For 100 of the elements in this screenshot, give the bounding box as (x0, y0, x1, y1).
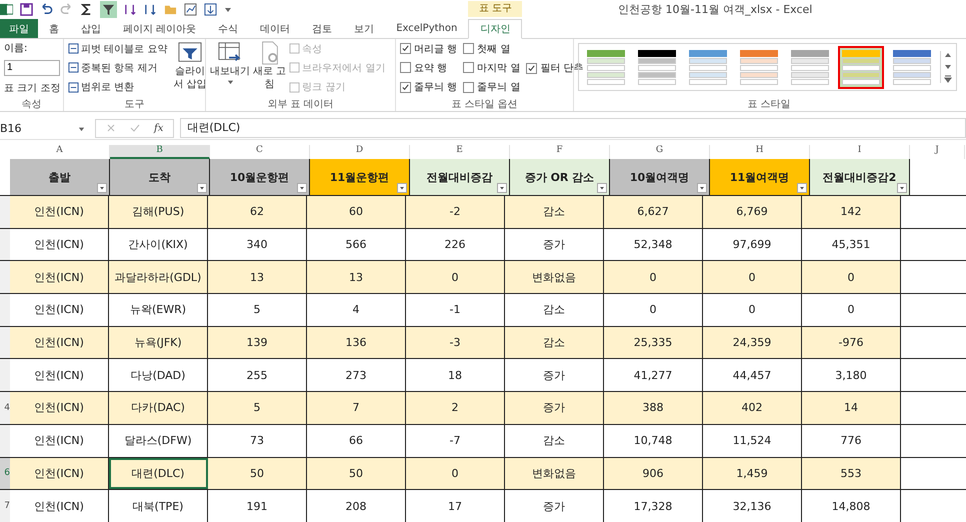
sort-descending-icon[interactable] (144, 2, 157, 16)
style-option-checkbox[interactable]: 첫째 열 (463, 42, 520, 56)
table-cell: 3,180 (802, 359, 901, 392)
table-cell: -7 (406, 424, 505, 456)
undo-icon[interactable] (40, 2, 53, 16)
table-header-cell: 도착 (110, 159, 210, 195)
group-label: 표 스타일 (746, 98, 792, 111)
style-option-checkbox[interactable]: 줄무늬 행 (400, 80, 458, 94)
table-cell: 뉴욕(JFK) (109, 326, 208, 358)
ribbon-tab[interactable]: 보기 (343, 19, 386, 38)
table-header-cell: 전월대비증감 (410, 159, 510, 195)
filter-dropdown-icon[interactable] (197, 183, 207, 193)
table-cell: 66 (307, 424, 406, 456)
table-header-cell: 10월여객명 (610, 159, 710, 195)
ribbon-tab[interactable]: 삽입 (70, 19, 112, 38)
table-cell: 0 (802, 294, 901, 326)
row-header[interactable] (0, 228, 10, 260)
table-cell: 41,277 (604, 359, 703, 392)
filter-dropdown-icon[interactable] (897, 183, 907, 193)
row-header[interactable] (0, 326, 10, 358)
tool-button[interactable]: 중복된 항목 제거 (68, 60, 168, 75)
table-cell: 변화없음 (505, 458, 604, 490)
ribbon-tab[interactable]: 수식 (207, 19, 250, 38)
row-header[interactable]: 4 (0, 392, 10, 424)
tool-button[interactable]: 범위로 변환 (68, 80, 168, 94)
resize-table-button[interactable]: 표 크기 조정 (4, 80, 59, 95)
ribbon-tab[interactable]: 데이터 (249, 19, 302, 38)
export-button[interactable]: 내보내기 (210, 39, 250, 97)
customize-caret-icon[interactable] (224, 5, 232, 13)
table-name-label: 이름: (4, 42, 28, 56)
table-cell: 11,524 (703, 424, 802, 456)
filter-dropdown-icon[interactable] (397, 183, 407, 193)
row-header[interactable]: 7 (0, 490, 10, 522)
more-styles-icon[interactable] (944, 75, 952, 83)
ribbon-tab[interactable]: ExcelPython (385, 19, 468, 38)
group-label: 속성 (20, 98, 42, 111)
table-cell: 대련(DLC) (109, 458, 208, 490)
scroll-down-icon[interactable] (944, 63, 952, 71)
table-cell: 18 (406, 359, 505, 392)
ribbon-tab[interactable]: 페이지 레이아웃 (112, 19, 208, 38)
insert-function-button[interactable]: fx (154, 122, 164, 134)
table-cell: 10,748 (604, 424, 703, 456)
filter-dropdown-icon[interactable] (597, 183, 607, 193)
table-cell: 566 (307, 228, 406, 260)
tool-button[interactable]: 피벗 테이블로 요약 (68, 42, 168, 56)
table-cell: 인천(ICN) (10, 196, 109, 228)
table-cell: 인천(ICN) (10, 490, 109, 522)
table-cell: 간사이(KIX) (109, 228, 208, 260)
table-name-field[interactable]: 1 (4, 60, 60, 76)
sum-icon[interactable] (80, 2, 93, 16)
table-style-swatch[interactable] (838, 46, 884, 88)
filter-dropdown-icon[interactable] (697, 183, 707, 193)
table-cell: 감소 (505, 424, 604, 456)
group-label: 표 스타일 옵션 (450, 98, 519, 111)
table-cell: 증가 (505, 359, 604, 392)
style-option-checkbox[interactable]: 요약 행 (400, 60, 458, 75)
table-cell: 14,808 (802, 490, 901, 522)
table-header-cell: 11월여객명 (710, 159, 810, 195)
filter-icon[interactable] (100, 0, 117, 18)
table-cell: 증가 (505, 490, 604, 522)
table-cell: -976 (802, 326, 901, 358)
table-header-cell: 11월운항편 (310, 159, 410, 195)
filter-dropdown-icon[interactable] (297, 183, 307, 193)
name-box[interactable]: B16 (0, 122, 89, 134)
table-cell: 25,335 (604, 326, 703, 358)
table-cell: 감소 (505, 196, 604, 228)
table-cell: 50 (307, 458, 406, 490)
filter-dropdown-icon[interactable] (97, 183, 107, 193)
table-cell: 달라스(DFW) (109, 424, 208, 456)
file-tab[interactable]: 파일 (0, 19, 38, 38)
check-icon[interactable] (130, 122, 140, 132)
ribbon-tab[interactable]: 검토 (301, 19, 344, 38)
table-cell: 0 (703, 294, 802, 326)
ribbon-tab[interactable]: 홈 (38, 19, 70, 38)
column-header[interactable]: J (910, 145, 965, 159)
sort-ascending-icon[interactable] (124, 2, 137, 16)
chart-icon[interactable] (184, 2, 197, 16)
formula-field[interactable]: 대련(DLC) (180, 118, 966, 138)
style-option-checkbox[interactable]: 줄무늬 열 (463, 80, 520, 94)
insert-slicer-button[interactable]: 슬라이 서 삽입 (173, 39, 207, 97)
table-cell: 4 (307, 294, 406, 326)
ribbon-tab[interactable]: 디자인 (468, 19, 522, 39)
style-option-checkbox[interactable]: 마지막 열 (463, 60, 520, 75)
table-cell: 208 (307, 490, 406, 522)
table-cell: -3 (406, 326, 505, 358)
table-cell: 255 (208, 359, 307, 392)
row-header[interactable]: 6 (0, 458, 10, 490)
style-option-checkbox[interactable]: 머리글 행 (400, 42, 458, 56)
table-cell: -2 (406, 196, 505, 228)
refresh-button[interactable]: 새로 고 침 (253, 39, 286, 97)
table-cell: 142 (802, 196, 901, 228)
table-cell: 인천(ICN) (10, 326, 109, 358)
save-icon[interactable] (20, 2, 33, 16)
filter-dropdown-icon[interactable] (497, 183, 507, 193)
table-cell: 인천(ICN) (10, 228, 109, 260)
filter-dropdown-icon[interactable] (797, 183, 807, 193)
scroll-up-icon[interactable] (944, 51, 952, 59)
table-cell: -1 (406, 294, 505, 326)
column-header[interactable]: B (110, 145, 210, 159)
table-cell: 226 (406, 228, 505, 260)
